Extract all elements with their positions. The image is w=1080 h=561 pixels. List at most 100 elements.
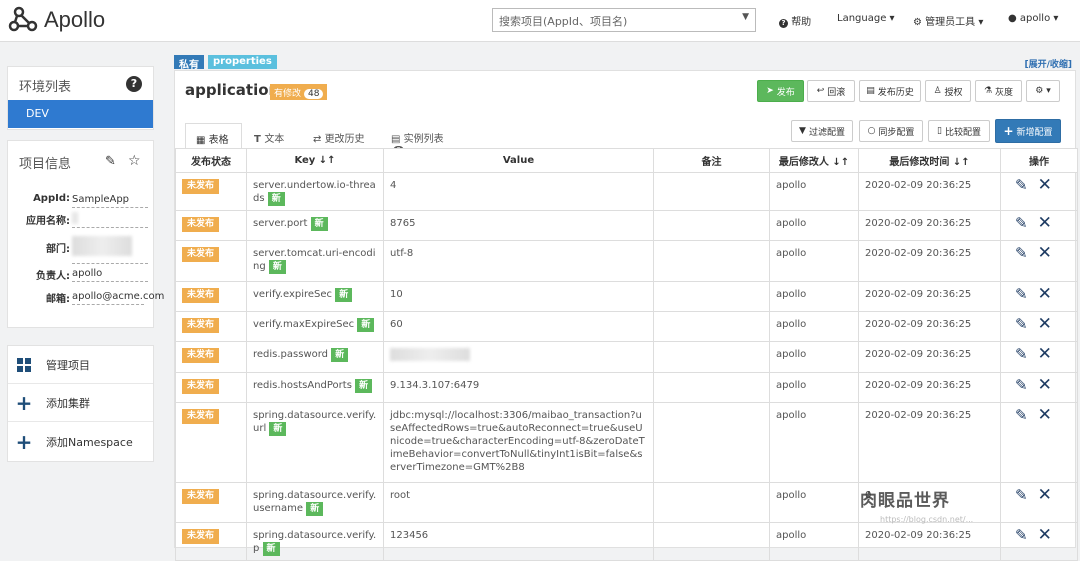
add-namespace-label: 添加Namespace (46, 436, 133, 449)
value-cell: root (383, 482, 654, 523)
close-icon[interactable]: ✕ (1038, 177, 1052, 194)
apollo-logo[interactable]: Apollo (8, 4, 105, 36)
close-icon[interactable]: ✕ (1038, 316, 1052, 333)
grant-button[interactable]: ♙ 授权 (925, 80, 971, 102)
close-icon[interactable]: ✕ (1038, 245, 1052, 262)
rollback-label: 回滚 (827, 87, 846, 98)
admin-tools-dropdown[interactable]: ⚙ 管理员工具 ▾ (913, 13, 983, 28)
watermark: 肉眼品世界 (860, 491, 950, 511)
edit-icon[interactable]: ✎ (1015, 488, 1028, 503)
tab-text[interactable]: T 文本 (244, 123, 301, 149)
masked-value (390, 348, 470, 361)
sync-config-button[interactable]: ○ 同步配置 (859, 120, 923, 142)
new-badge: 新 (267, 192, 285, 206)
edit-icon[interactable]: ✎ (1015, 216, 1028, 231)
unpublished-badge: 未发布 (182, 348, 220, 363)
config-key: server.port (253, 218, 308, 229)
help-link[interactable]: ? 帮助 (779, 13, 811, 28)
modified-label: 有修改 (274, 89, 302, 99)
rollback-button[interactable]: ↩ 回滚 (807, 80, 855, 102)
key-cell: spring.datasource.verify.url 新 (246, 402, 384, 483)
question-icon[interactable]: ? (126, 76, 142, 92)
operations-cell: ✎ ✕ (1000, 172, 1078, 211)
config-value: 9.134.3.107:6479 (390, 380, 480, 391)
edit-icon[interactable]: ✎ (1015, 347, 1028, 362)
status-cell: 未发布 (175, 482, 247, 523)
unpublished-badge: 未发布 (182, 217, 220, 232)
language-dropdown[interactable]: Language ▾ (837, 13, 895, 24)
config-key: verify.expireSec (253, 289, 333, 300)
add-config-button[interactable]: + 新增配置 (995, 119, 1061, 143)
edit-icon[interactable]: ✎ (1015, 528, 1028, 543)
key-cell: server.undertow.io-threads 新 (246, 172, 384, 211)
gray-release-button[interactable]: ⚗ 灰度 (975, 80, 1022, 102)
key-cell: verify.maxExpireSec 新 (246, 311, 384, 342)
modified-time-cell: 2020-02-09 20:36:25 (858, 311, 1001, 342)
add-config-label: 新增配置 (1016, 127, 1053, 138)
edit-icon[interactable]: ✎ (1015, 246, 1028, 261)
manage-project-button[interactable]: 管理项目 (8, 346, 153, 384)
header-comment: 备注 (653, 148, 770, 173)
close-icon[interactable]: ✕ (1038, 527, 1052, 544)
comment-cell (653, 402, 770, 483)
admin-tools-label: 管理员工具 (925, 17, 976, 28)
close-icon[interactable]: ✕ (1038, 407, 1052, 424)
appname-value (72, 212, 148, 228)
add-namespace-button[interactable]: + 添加Namespace (8, 423, 153, 461)
appid-label: AppId: (33, 193, 70, 204)
publish-button[interactable]: ➤ 发布 (757, 80, 804, 102)
close-icon[interactable]: ✕ (1038, 377, 1052, 394)
caret-down-icon: ▾ (886, 13, 895, 24)
header-key[interactable]: Key ↓↑ (246, 148, 384, 173)
key-cell: verify.expireSec 新 (246, 281, 384, 312)
dept-label: 部门: (46, 244, 70, 255)
value-cell: 60 (383, 311, 654, 342)
table-row: 未发布 server.port 新 8765 apollo 2020-02-09 20:… (175, 210, 1078, 241)
gear-icon: ⚙ (913, 17, 922, 28)
key-cell: server.port 新 (246, 210, 384, 241)
edit-icon[interactable]: ✎ (1015, 408, 1028, 423)
add-cluster-button[interactable]: + 添加集群 (8, 384, 153, 422)
close-icon[interactable]: ✕ (1038, 346, 1052, 363)
namespace-panel: application 有修改 48 ➤ 发布 ↩ 回滚 ▤ 发布历史 ♙ 授权 ⚗ 灰度 … (174, 70, 1078, 561)
table-row: 未发布 spring.datasource.verify.url 新 jdbc:my… (175, 402, 1078, 483)
manage-project-label: 管理项目 (46, 358, 90, 372)
new-badge: 新 (310, 217, 328, 231)
user-dropdown[interactable]: ● apollo ▾ (1008, 13, 1058, 24)
new-badge: 新 (268, 260, 286, 274)
appid-value: SampleApp (72, 193, 148, 208)
status-cell: 未发布 (175, 522, 247, 561)
edit-icon[interactable]: ✎ (105, 154, 116, 169)
operations-cell: ✎ ✕ (1000, 240, 1078, 282)
owner-value: apollo (72, 267, 148, 282)
tab-instances[interactable]: ▤ 实例列表0 (381, 123, 461, 155)
config-key: redis.password (253, 349, 329, 360)
edit-icon[interactable]: ✎ (1015, 378, 1028, 393)
expand-collapse-link[interactable]: [展开/收缩] (1024, 57, 1072, 70)
edit-icon[interactable]: ✎ (1015, 287, 1028, 302)
filter-config-button[interactable]: ▼ 过滤配置 (791, 120, 853, 142)
settings-dropdown-button[interactable]: ⚙ ▾ (1026, 80, 1060, 102)
star-icon[interactable]: ☆ (128, 153, 141, 169)
publish-history-button[interactable]: ▤ 发布历史 (859, 80, 921, 102)
edit-icon[interactable]: ✎ (1015, 178, 1028, 193)
watermark-url: https://blog.csdn.net/... (880, 515, 974, 524)
unpublished-badge: 未发布 (182, 318, 220, 333)
close-icon[interactable]: ✕ (1038, 215, 1052, 232)
project-search-select[interactable]: 搜索项目(AppId、项目名) ▼ (492, 8, 756, 32)
close-icon[interactable]: ✕ (1038, 286, 1052, 303)
env-item-dev[interactable]: DEV (8, 100, 153, 128)
compare-config-button[interactable]: ▯ 比较配置 (928, 120, 990, 142)
table-row: 未发布 verify.expireSec 新 10 apollo 2020-02-09 … (175, 281, 1078, 312)
table-row: 未发布 spring.datasource.verify.p 新 123456 apo… (175, 522, 1078, 561)
header-modifier[interactable]: 最后修改人 ↓↑ (769, 148, 859, 173)
tab-table[interactable]: ▦ 表格 (185, 123, 242, 149)
operations-cell: ✎ ✕ (1000, 402, 1078, 483)
edit-icon[interactable]: ✎ (1015, 317, 1028, 332)
header-modified-time[interactable]: 最后修改时间 ↓↑ (858, 148, 1001, 173)
tab-change-history[interactable]: ⇄ 更改历史 (303, 123, 379, 149)
tab-history-label: 更改历史 (324, 134, 365, 145)
header-modifier-label: 最后修改人 (778, 157, 829, 168)
close-icon[interactable]: ✕ (1038, 487, 1052, 504)
help-icon: ? (779, 19, 788, 28)
